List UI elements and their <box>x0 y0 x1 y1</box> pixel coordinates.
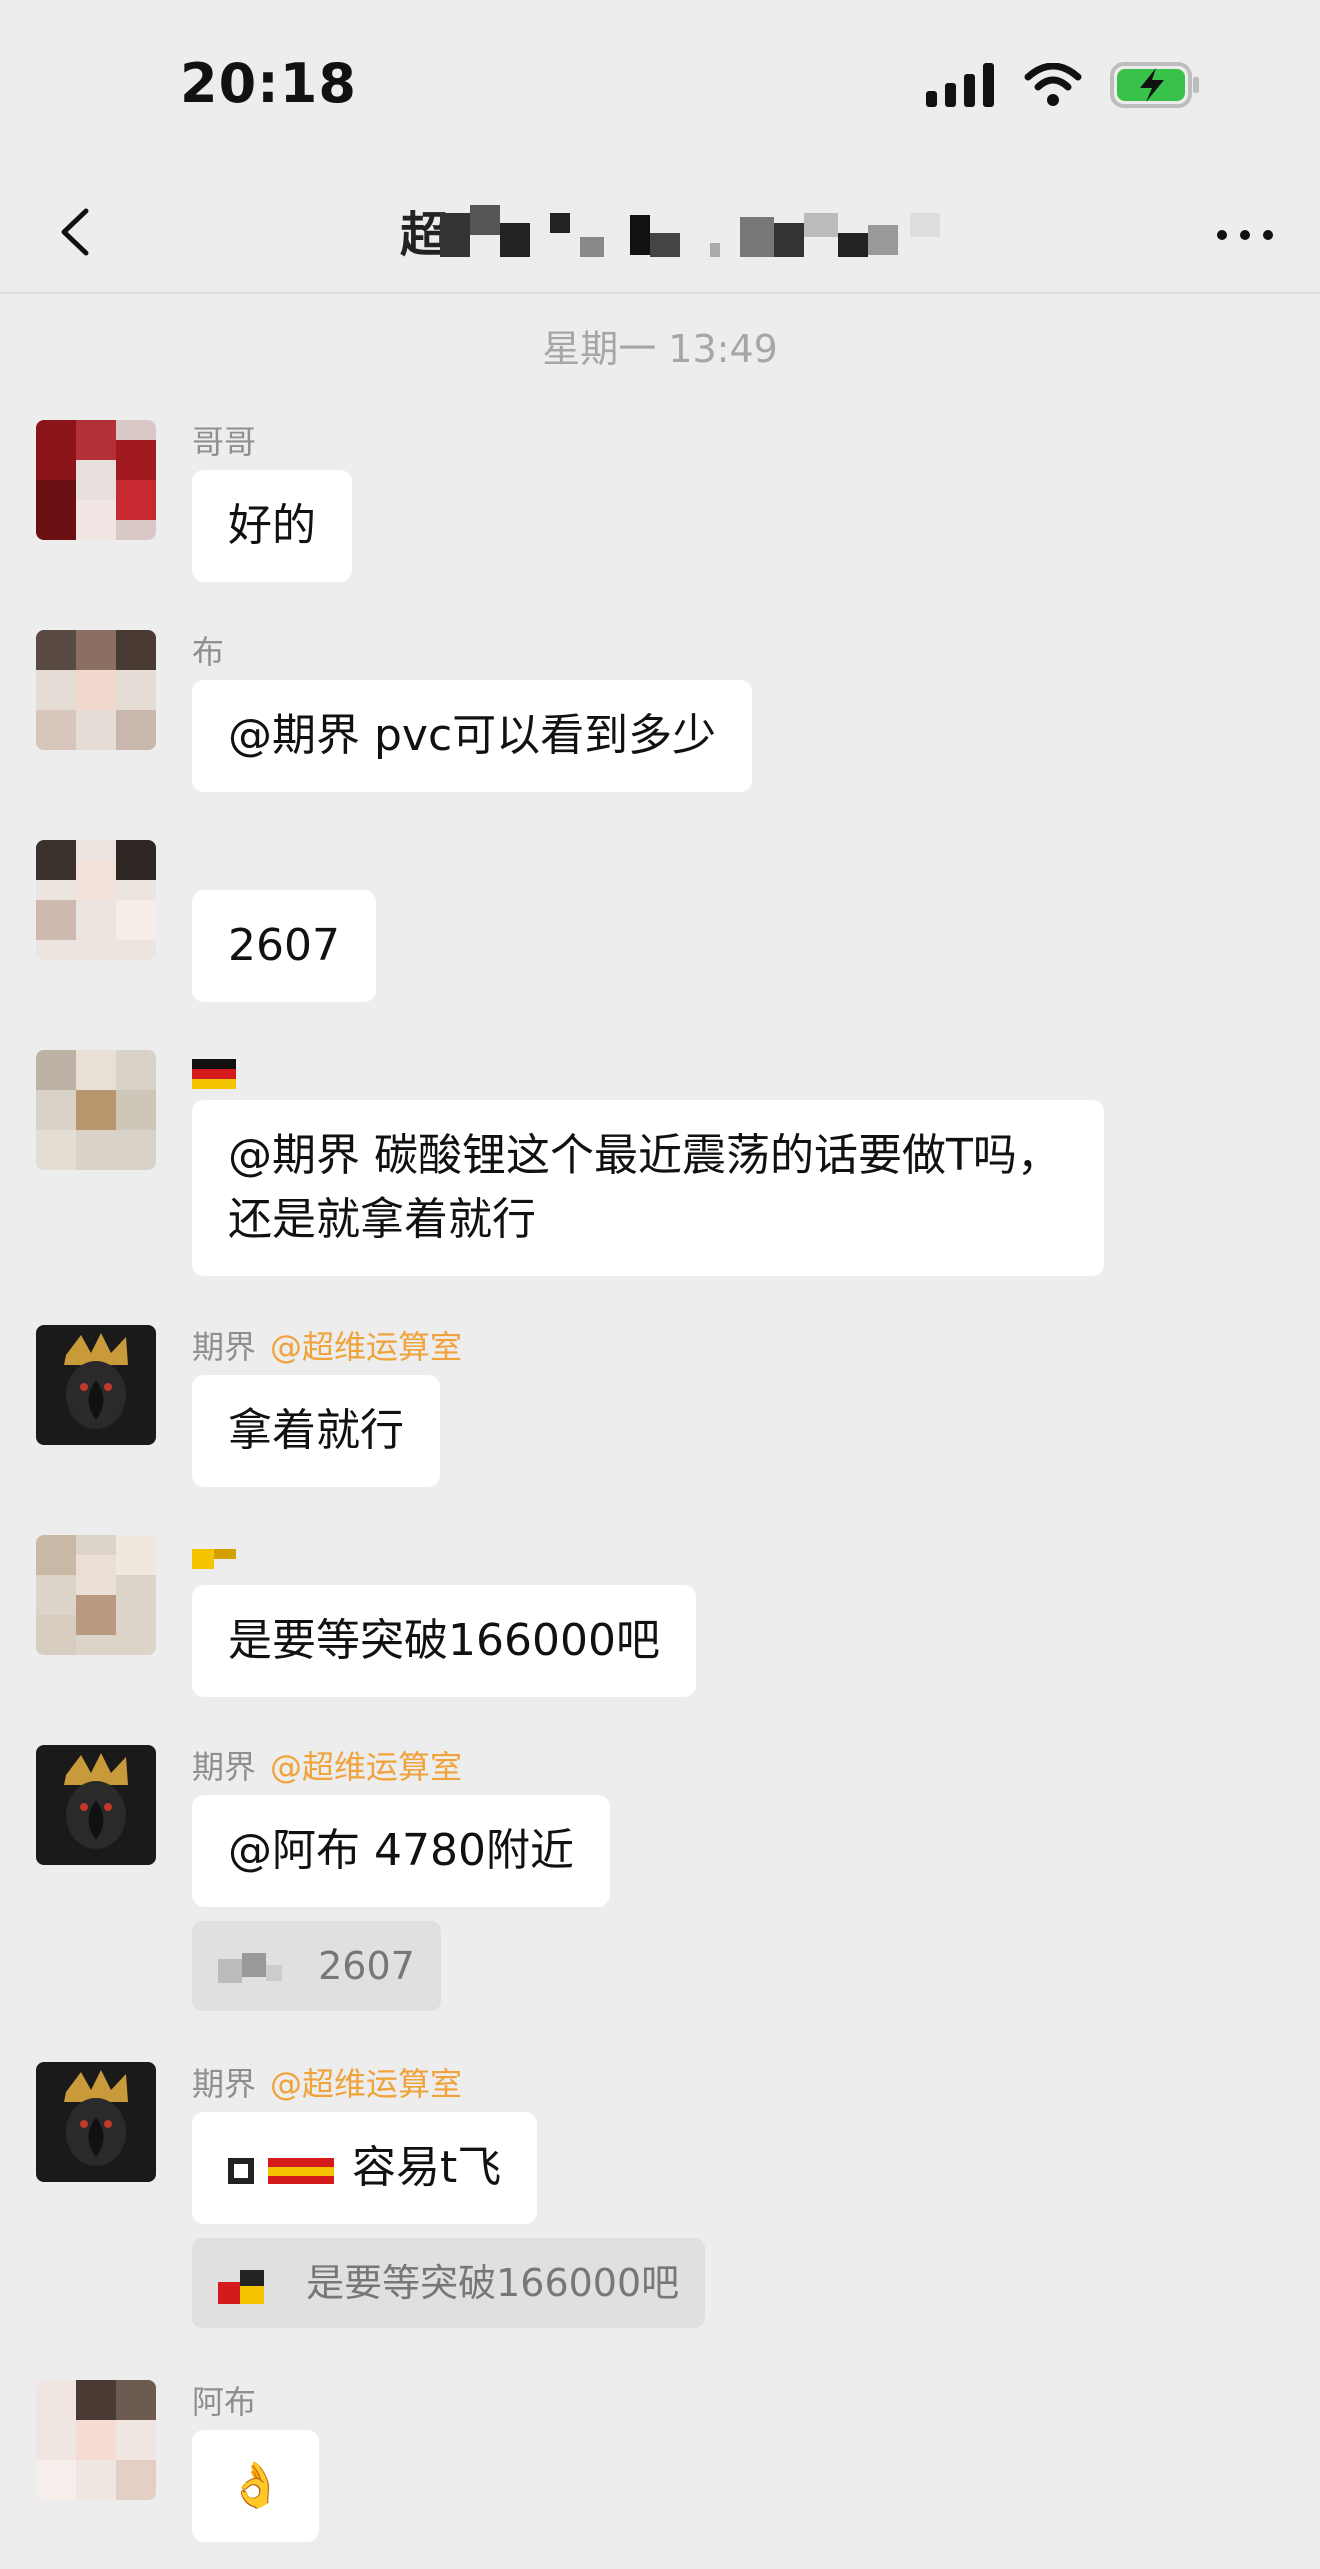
message-bubble[interactable]: 容易t飞 <box>192 2112 538 2224</box>
avatar-image <box>36 1745 156 1865</box>
flag-emoji-icon <box>192 1549 236 1569</box>
avatar[interactable] <box>36 840 156 960</box>
battery-charging-icon <box>1110 62 1199 108</box>
quoted-message[interactable]: 是要等突破166000吧 <box>192 2238 706 2328</box>
sender-name <box>192 1050 1104 1094</box>
chat-title-pixelated: 超 <box>400 205 940 263</box>
sender-name: ​ <box>192 840 376 884</box>
avatar[interactable] <box>36 420 156 540</box>
sender-group-tag: @超维运算室 <box>270 2065 463 2103</box>
message-bubble[interactable]: @期界 pvc可以看到多少 <box>192 680 753 792</box>
message-bubble[interactable]: 拿着就行 <box>192 1375 440 1487</box>
sender-group-tag: @超维运算室 <box>270 1748 463 1786</box>
sender-name: 期界 @超维运算室 <box>192 2062 705 2106</box>
sender-group-tag: @超维运算室 <box>270 1328 463 1366</box>
avatar[interactable] <box>36 1745 156 1865</box>
sender-name: 哥哥 <box>192 423 257 461</box>
pixelated-avatar-image <box>36 1535 156 1655</box>
message-bubble[interactable]: @阿布 4780附近 <box>192 1795 610 1907</box>
sender-name: 期界 @超维运算室 <box>192 1325 462 1369</box>
message-bubble[interactable]: 2607 <box>192 890 376 1002</box>
chat-header: 超 <box>0 175 1320 294</box>
avatar[interactable] <box>36 1050 156 1170</box>
avatar[interactable] <box>36 2380 156 2500</box>
status-bar: 20:18 <box>0 0 1320 175</box>
sender-nickname: 期界 <box>192 2065 257 2103</box>
flag-emoji-icon <box>192 1059 236 1089</box>
avatar[interactable] <box>36 2062 156 2182</box>
signal-icon <box>926 63 994 107</box>
back-chevron-icon[interactable] <box>44 197 114 267</box>
sender-name: 布 <box>192 633 225 671</box>
pixelated-avatar-image <box>36 2380 156 2500</box>
pixelated-avatar-image <box>36 420 156 540</box>
message-bubble[interactable]: 好的 <box>192 470 352 582</box>
quoted-message[interactable]: 2607 <box>192 1921 441 2011</box>
quoted-text: 是要等突破166000吧 <box>306 2261 680 2305</box>
sender-nickname: 期界 <box>192 1328 257 1366</box>
message-bubble[interactable]: 👌 <box>192 2430 319 2542</box>
avatar[interactable] <box>36 1325 156 1445</box>
sender-name <box>192 1535 696 1579</box>
flag-emoji-icon <box>218 2269 264 2304</box>
sender-name: 阿布 <box>192 2383 257 2421</box>
message-timestamp: 星期一 13:49 <box>542 327 778 371</box>
pixelated-quote-sender <box>218 1952 282 1983</box>
status-time: 20:18 <box>180 52 357 115</box>
quoted-text: 2607 <box>318 1944 415 1988</box>
pixelated-avatar-image <box>36 840 156 960</box>
avatar[interactable] <box>36 630 156 750</box>
sender-name: 期界 @超维运算室 <box>192 1745 610 1789</box>
wifi-icon <box>1024 63 1082 106</box>
more-options-icon[interactable] <box>1210 205 1280 265</box>
sender-nickname: 期界 <box>192 1748 257 1786</box>
avatar-image <box>36 2062 156 2182</box>
message-text: 容易t飞 <box>352 2142 502 2193</box>
avatar[interactable] <box>36 1535 156 1655</box>
message-bubble[interactable]: @期界 碳酸锂这个最近震荡的话要做T吗，还是就拿着就行 <box>192 1100 1104 1276</box>
status-icons <box>926 62 1202 108</box>
pixelated-avatar-image <box>36 630 156 750</box>
mention-flag-icon <box>228 2158 334 2184</box>
pixelated-avatar-image <box>36 1050 156 1170</box>
message-bubble[interactable]: 是要等突破166000吧 <box>192 1585 696 1697</box>
avatar-image <box>36 1325 156 1445</box>
